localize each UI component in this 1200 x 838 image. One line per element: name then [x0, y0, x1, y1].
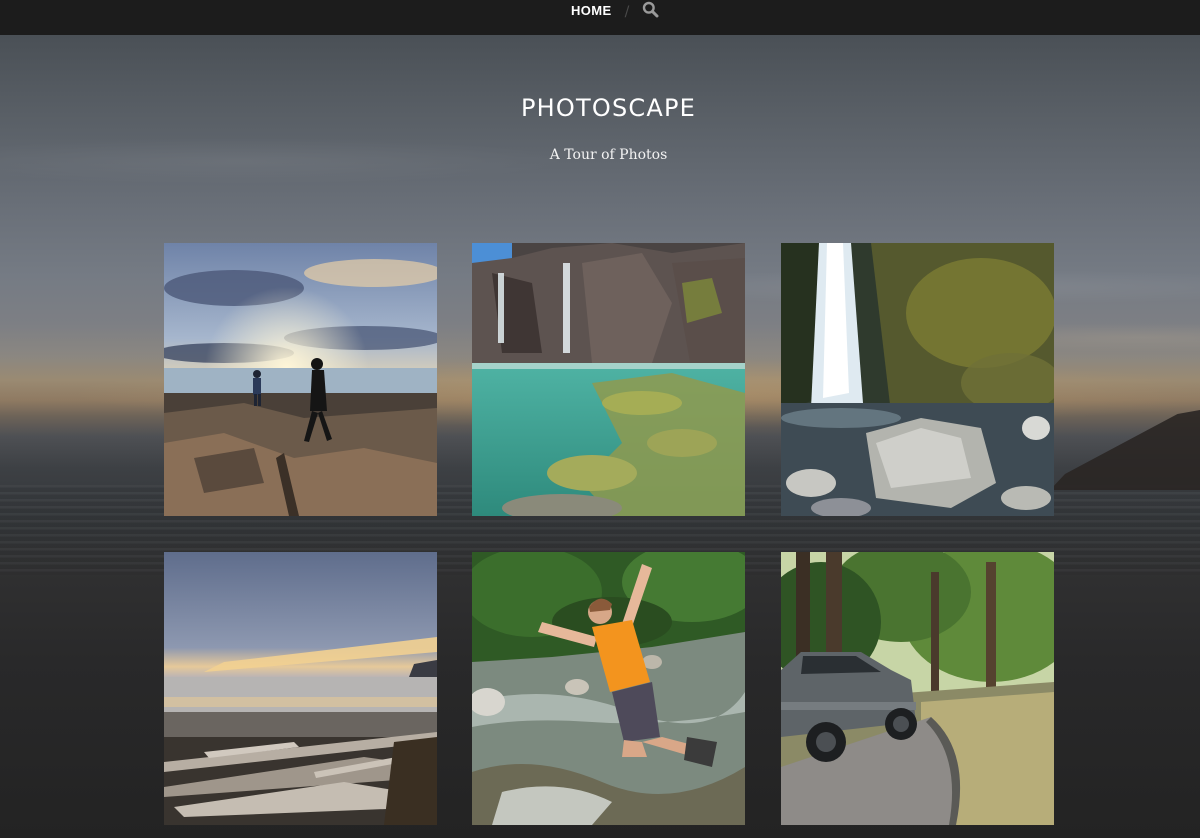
page: HOME / PHOTOSCAPE A Tour of Photos	[0, 0, 1200, 838]
gallery-tile-boy-in-creek[interactable]	[472, 552, 745, 825]
nav-home-link[interactable]: HOME	[571, 3, 612, 18]
primary-menu: HOME /	[571, 0, 659, 20]
gallery-tile-driftwood-beach[interactable]	[164, 552, 437, 825]
site-tagline: A Tour of Photos	[549, 147, 668, 163]
forest-waterfall-photo	[781, 243, 1054, 516]
clear-pool-photo	[472, 243, 745, 516]
nav-separator: /	[624, 4, 630, 20]
sunset-beach-photo	[164, 243, 437, 516]
gallery-tile-sunset-beach[interactable]	[164, 243, 437, 516]
driftwood-beach-photo	[164, 552, 437, 825]
search-icon[interactable]	[641, 0, 659, 18]
gallery-tile-suv-trail[interactable]	[781, 552, 1054, 825]
gallery-tile-forest-waterfall[interactable]	[781, 243, 1054, 516]
suv-trail-photo	[781, 552, 1054, 825]
boy-in-creek-photo	[472, 552, 745, 825]
top-navigation-bar: HOME /	[0, 0, 1200, 35]
gallery-tile-clear-pool[interactable]	[472, 243, 745, 516]
site-title[interactable]: PHOTOSCAPE	[0, 94, 1200, 122]
